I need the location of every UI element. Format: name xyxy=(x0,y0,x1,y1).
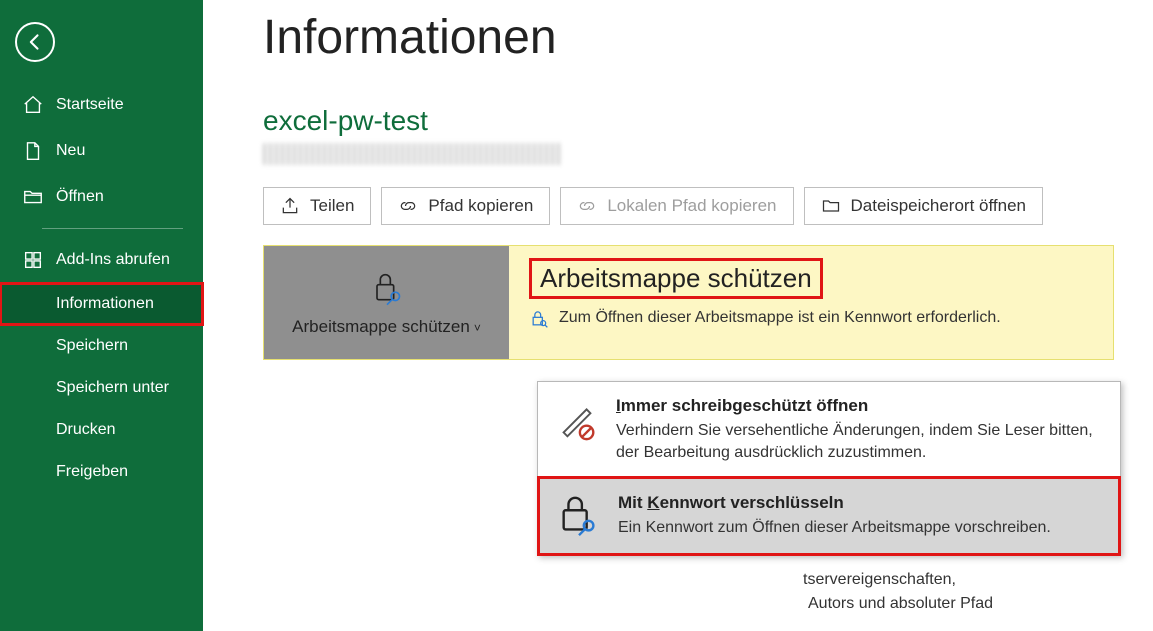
link-icon xyxy=(577,196,597,216)
page-title: Informationen xyxy=(263,10,1153,65)
divider xyxy=(42,228,183,229)
menu-item-encrypt-password[interactable]: Mit Kennwort verschlüsseln Ein Kennwort … xyxy=(537,476,1121,556)
menu-item-title: Immer schreibgeschützt öffnen xyxy=(616,396,1104,416)
share-icon xyxy=(280,196,300,216)
backstage-sidebar: Startseite Neu Öffnen Add-Ins abrufen In… xyxy=(0,0,203,631)
sidebar-item-save[interactable]: Speichern xyxy=(0,325,203,367)
protect-button-label: Arbeitsmappe schützen˅ xyxy=(292,316,481,337)
protect-heading: Arbeitsmappe schützen xyxy=(529,258,823,299)
button-label: Lokalen Pfad kopieren xyxy=(607,196,776,216)
bg-text-line: tservereigenschaften, xyxy=(803,568,956,591)
menu-item-desc: Verhindern Sie versehentliche Änderungen… xyxy=(616,420,1104,463)
main-content: Informationen excel-pw-test Teilen Pfad … xyxy=(203,0,1153,631)
sidebar-item-home[interactable]: Startseite xyxy=(0,82,203,128)
sidebar-item-label: Freigeben xyxy=(56,463,128,481)
sidebar-item-print[interactable]: Drucken xyxy=(0,409,203,451)
protect-workbook-button[interactable]: Arbeitsmappe schützen˅ xyxy=(264,246,509,359)
sidebar-item-saveas[interactable]: Speichern unter xyxy=(0,367,203,409)
lock-search-icon xyxy=(529,309,549,329)
sidebar-item-label: Speichern xyxy=(56,337,128,355)
sidebar-item-label: Add-Ins abrufen xyxy=(56,251,170,269)
sidebar-item-label: Öffnen xyxy=(56,188,104,206)
open-folder-icon xyxy=(821,196,841,216)
sidebar-item-label: Informationen xyxy=(56,295,154,313)
open-folder-icon xyxy=(22,186,44,208)
sidebar-item-addins[interactable]: Add-Ins abrufen xyxy=(0,237,203,283)
copy-local-path-button: Lokalen Pfad kopieren xyxy=(560,187,793,225)
open-location-button[interactable]: Dateispeicherort öffnen xyxy=(804,187,1043,225)
bg-text-line: Autors und absoluter Pfad xyxy=(808,592,993,615)
file-action-row: Teilen Pfad kopieren Lokalen Pfad kopier… xyxy=(263,187,1153,225)
button-label: Pfad kopieren xyxy=(428,196,533,216)
sidebar-item-label: Neu xyxy=(56,142,85,160)
addins-icon xyxy=(22,249,44,271)
back-button[interactable] xyxy=(15,22,55,62)
file-path-redacted xyxy=(263,143,563,165)
protect-workbook-panel: Arbeitsmappe schützen˅ Arbeitsmappe schü… xyxy=(263,245,1114,360)
new-file-icon xyxy=(22,140,44,162)
protect-subtitle: Zum Öffnen dieser Arbeitsmappe ist ein K… xyxy=(559,309,1001,327)
button-label: Teilen xyxy=(310,196,354,216)
home-icon xyxy=(22,94,44,116)
menu-item-desc: Ein Kennwort zum Öffnen dieser Arbeitsma… xyxy=(618,517,1051,539)
readonly-pencil-icon xyxy=(554,396,600,442)
button-label: Dateispeicherort öffnen xyxy=(851,196,1026,216)
sidebar-item-label: Speichern unter xyxy=(56,379,169,397)
menu-item-readonly[interactable]: Immer schreibgeschützt öffnen Verhindern… xyxy=(538,382,1120,477)
file-name: excel-pw-test xyxy=(263,105,1153,137)
link-icon xyxy=(398,196,418,216)
share-button[interactable]: Teilen xyxy=(263,187,371,225)
protect-dropdown-menu: Immer schreibgeschützt öffnen Verhindern… xyxy=(537,381,1121,556)
sidebar-item-new[interactable]: Neu xyxy=(0,128,203,174)
sidebar-item-label: Drucken xyxy=(56,421,116,439)
lock-key-icon xyxy=(556,493,602,539)
sidebar-item-label: Startseite xyxy=(56,96,124,114)
sidebar-item-info[interactable]: Informationen xyxy=(0,283,203,325)
copy-path-button[interactable]: Pfad kopieren xyxy=(381,187,550,225)
lock-key-icon xyxy=(367,268,407,308)
sidebar-item-open[interactable]: Öffnen xyxy=(0,174,203,220)
sidebar-item-share[interactable]: Freigeben xyxy=(0,451,203,493)
menu-item-title: Mit Kennwort verschlüsseln xyxy=(618,493,1051,513)
